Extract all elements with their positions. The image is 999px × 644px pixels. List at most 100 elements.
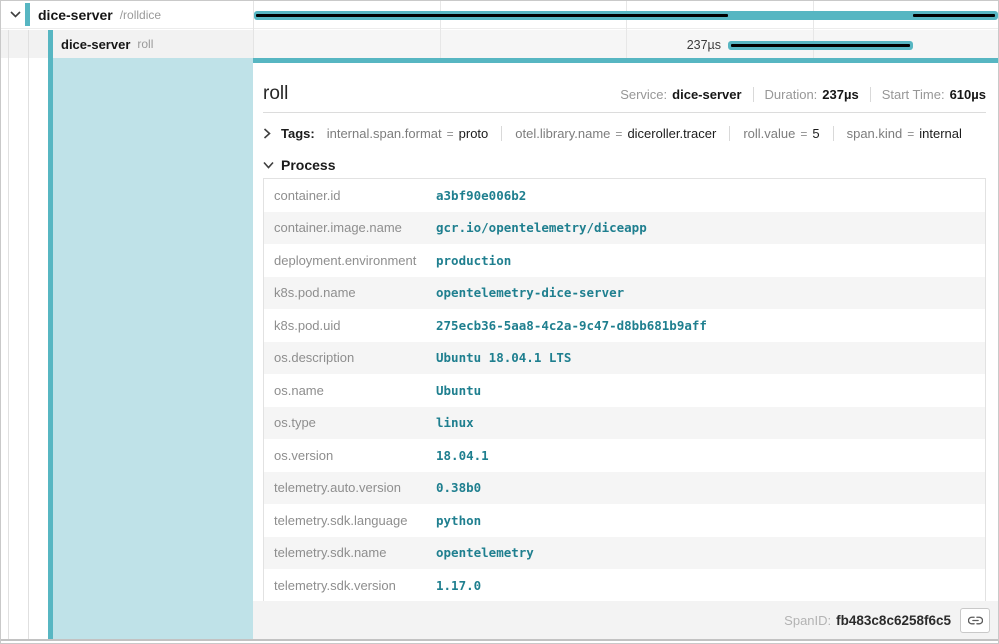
tag-key: internal.span.format [327,126,442,141]
tag-equals: = [800,127,807,141]
span-operation-name: roll [137,37,153,51]
process-row: telemetry.sdk.name opentelemetry [264,537,985,570]
tag-equals: = [447,127,454,141]
process-value: python [436,513,481,528]
selected-row-highlight [53,58,253,639]
span-detail-title: roll [263,83,288,105]
chevron-down-icon [10,11,21,18]
tags-toggle-row[interactable]: Tags: internal.span.format = proto otel.… [263,121,986,146]
overview-start-time: Start Time: 610µs [870,87,986,102]
process-key-value-table: container.id a3bf90e006b2 container.imag… [263,178,986,603]
process-row: deployment.environment production [264,244,985,277]
process-value: 0.38b0 [436,480,481,495]
span-name-column-roll[interactable]: dice-server roll [1,30,253,58]
process-row: os.description Ubuntu 18.04.1 LTS [264,342,985,375]
tag-item: roll.value = 5 [729,126,819,141]
indent-guide [8,30,9,58]
critical-path-segment [256,14,728,17]
link-icon [968,613,983,628]
critical-path-segment [731,44,910,47]
spanid-value: fb483c8c6258f6c5 [836,613,951,628]
process-value: linux [436,415,474,430]
start-time-label: Start Time: [882,87,945,102]
tag-item: internal.span.format = proto [327,126,489,141]
critical-path-segment [913,14,995,17]
tag-key: roll.value [743,126,795,141]
process-key: telemetry.auto.version [264,480,436,495]
process-row: container.image.name gcr.io/opentelemetr… [264,212,985,245]
process-key: container.id [264,188,436,203]
indent-guide [28,30,29,58]
process-value: opentelemetry [436,545,534,560]
process-key: container.image.name [264,220,436,235]
span-operation-name: /rolldice [120,8,161,22]
process-key: os.type [264,415,436,430]
span-color-accent-bar [253,58,998,63]
span-detail-header: roll Service: dice-server Duration: 237µ… [263,75,986,105]
span-bar-rolldice[interactable] [254,11,998,20]
span-name-column-rolldice[interactable]: dice-server /rolldice [1,1,253,28]
collapse-children-button[interactable] [9,9,21,21]
indent-guide [8,58,9,639]
spanid-label: SpanID: [784,613,831,628]
process-key: os.version [264,448,436,463]
process-key: deployment.environment [264,253,436,268]
span-service-name: dice-server [61,37,130,52]
tag-key: otel.library.name [515,126,610,141]
process-value: production [436,253,511,268]
process-row: k8s.pod.name opentelemetry-dice-server [264,277,985,310]
process-key: telemetry.sdk.name [264,545,436,560]
tag-equals: = [615,127,622,141]
indent-guide [28,58,29,639]
duration-label: Duration: [765,87,818,102]
process-row: container.id a3bf90e006b2 [264,179,985,212]
process-section-label: Process [281,157,335,173]
process-row: os.name Ubuntu [264,374,985,407]
tag-equals: = [907,127,914,141]
overview-service: Service: dice-server [620,87,741,102]
deep-link-button[interactable] [960,608,990,633]
process-value: a3bf90e006b2 [436,188,526,203]
process-value: opentelemetry-dice-server [436,285,624,300]
process-row: os.type linux [264,407,985,440]
span-overview: Service: dice-server Duration: 237µs Sta… [620,87,986,105]
tags-section-label: Tags: [281,126,315,141]
tag-item: otel.library.name = diceroller.tracer [501,126,716,141]
jaeger-trace-timeline-view: dice-server /rolldice dice-server roll 2… [0,0,999,644]
service-label: Service: [620,87,667,102]
chevron-right-icon [263,128,274,139]
process-value: Ubuntu [436,383,481,398]
start-time-value: 610µs [950,87,986,102]
span-bar-roll[interactable] [728,41,913,50]
process-key: telemetry.sdk.language [264,513,436,528]
process-key: telemetry.sdk.version [264,578,436,593]
span-detail-row: roll Service: dice-server Duration: 237µ… [1,58,998,639]
process-value: 1.17.0 [436,578,481,593]
process-value: 275ecb36-5aa8-4c2a-9c47-d8bb681b9aff [436,318,707,333]
header-divider [263,112,986,113]
process-value: gcr.io/opentelemetry/diceapp [436,220,647,235]
service-value: dice-server [672,87,741,102]
bottom-border [1,639,998,641]
process-toggle-row[interactable]: Process [263,155,986,174]
span-color-indicator [25,3,30,26]
tag-item: span.kind = internal [833,126,962,141]
selected-span-left-strip[interactable] [1,58,253,639]
process-key: k8s.pod.uid [264,318,436,333]
process-key: k8s.pod.name [264,285,436,300]
process-key: os.description [264,350,436,365]
process-value: Ubuntu 18.04.1 LTS [436,350,571,365]
tag-key: span.kind [847,126,903,141]
tag-value: 5 [812,126,819,141]
span-duration-label: 237µs [601,37,721,53]
process-value: 18.04.1 [436,448,489,463]
span-detail-panel: roll Service: dice-server Duration: 237µ… [253,58,998,639]
process-row: telemetry.sdk.version 1.17.0 [264,569,985,602]
process-row: telemetry.auto.version 0.38b0 [264,472,985,505]
span-service-name: dice-server [38,7,113,23]
chevron-down-icon [263,159,274,170]
span-detail-footer: SpanID: fb483c8c6258f6c5 [253,601,998,639]
tag-value: internal [919,126,962,141]
tag-value: diceroller.tracer [627,126,716,141]
span-color-indicator [48,30,53,58]
